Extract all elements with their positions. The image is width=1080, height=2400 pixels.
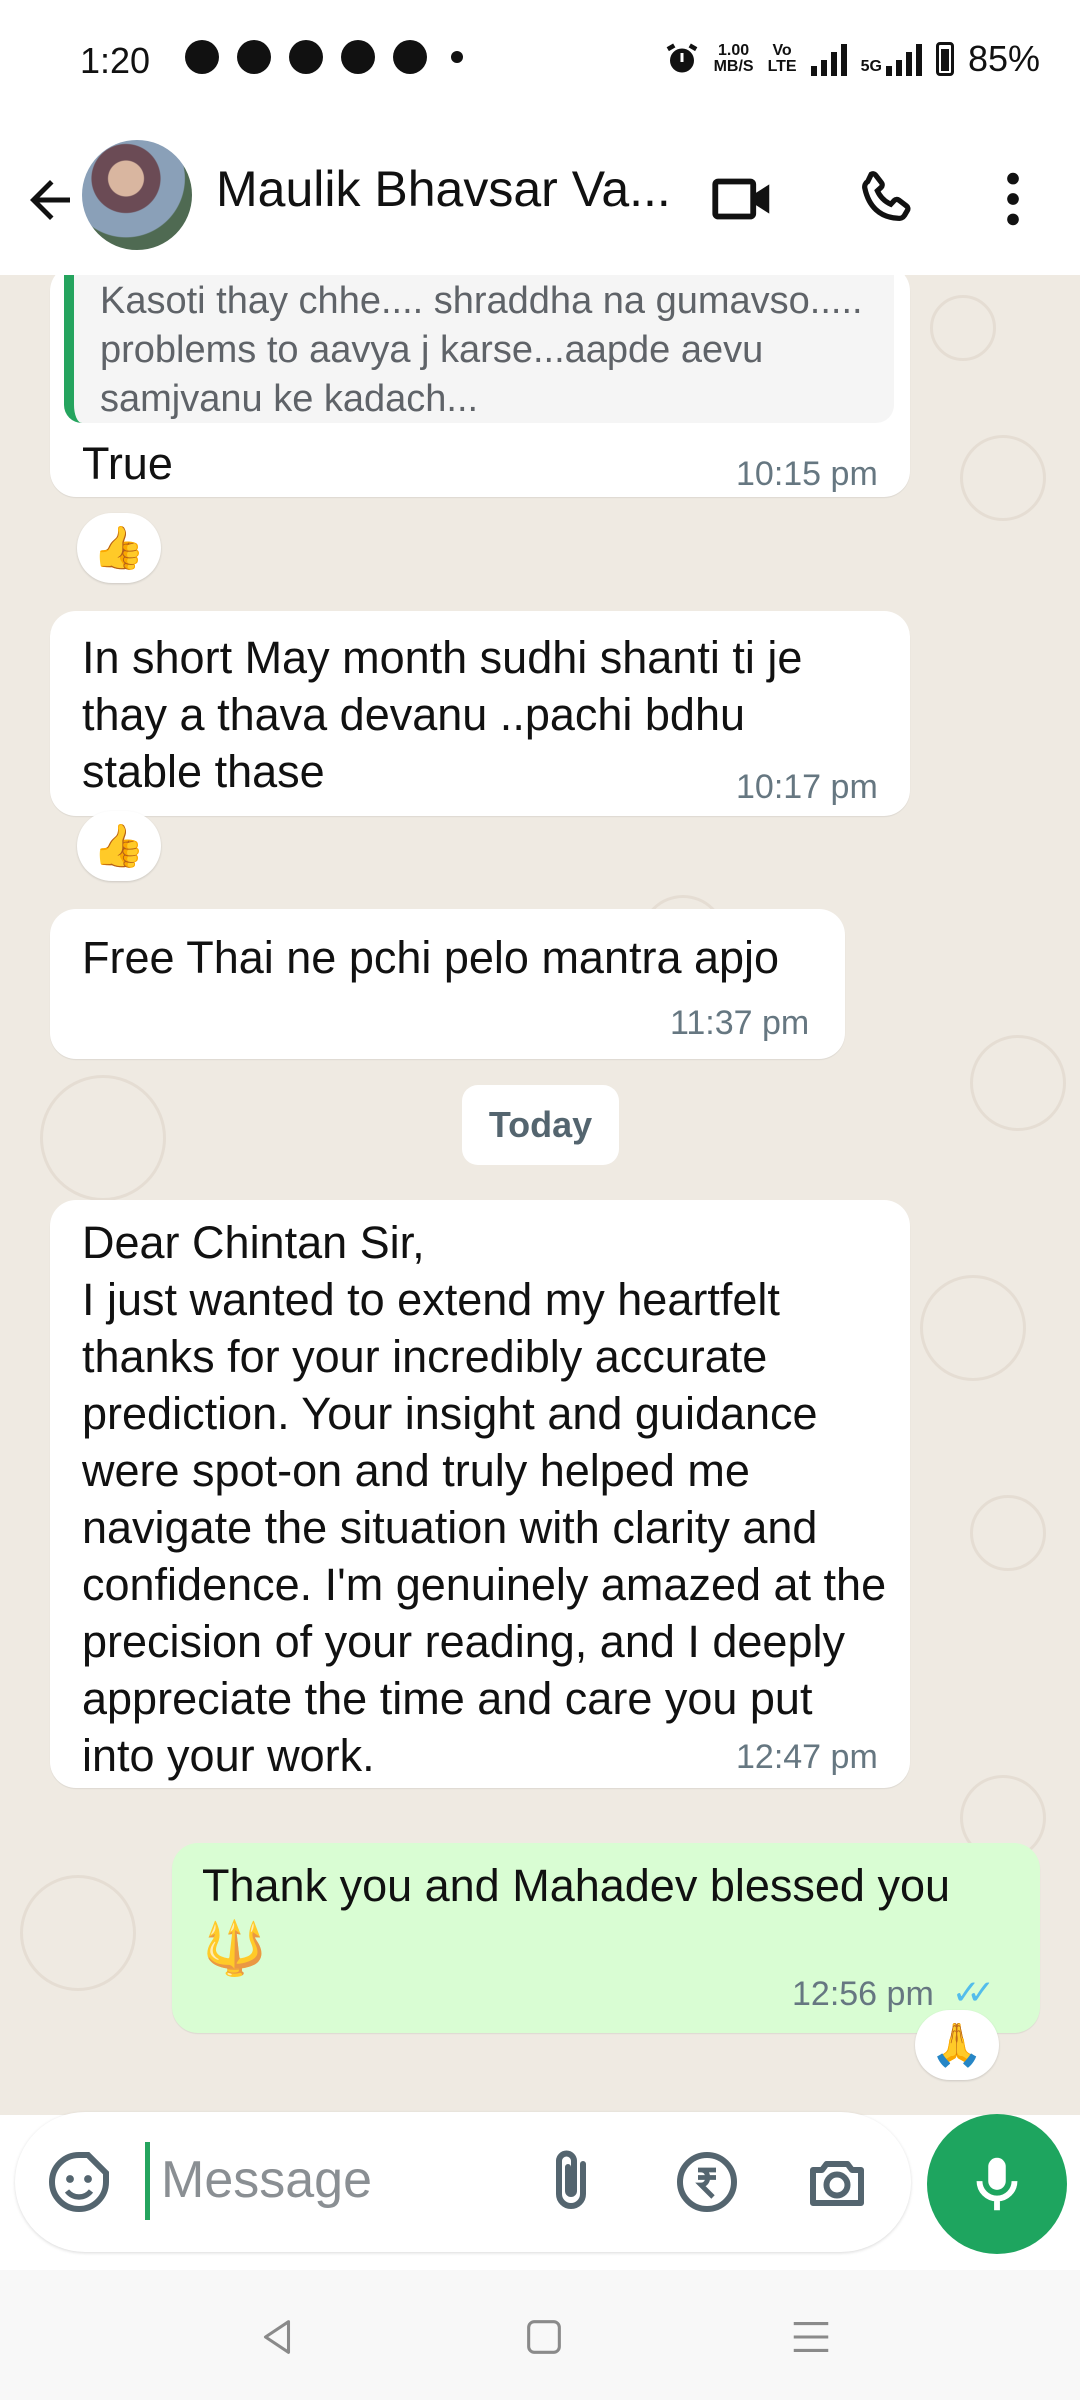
incoming-message[interactable]: Dear Chintan Sir, I just wanted to exten… <box>50 1200 910 1788</box>
nav-recents-icon[interactable] <box>788 2314 834 2360</box>
wallpaper-doodle <box>930 295 996 361</box>
outgoing-message[interactable]: Thank you and Mahadev blessed you 🔱 12:5… <box>172 1843 1040 2033</box>
incoming-message[interactable]: Kasoti thay chhe.... shraddha na gumavso… <box>50 275 910 497</box>
message-text: Dear Chintan Sir, I just wanted to exten… <box>82 1217 887 1781</box>
message-time: 10:17 pm <box>736 768 878 806</box>
avatar[interactable] <box>82 140 192 250</box>
voice-record-button[interactable] <box>927 2114 1067 2254</box>
camera-icon[interactable] <box>801 2146 873 2218</box>
message-time: 11:37 pm <box>670 1004 810 1042</box>
battery-percent: 85% <box>967 38 1040 79</box>
chat-area[interactable]: Kasoti thay chhe.... shraddha na gumavso… <box>0 275 1080 2115</box>
wallpaper-doodle <box>20 1875 136 1991</box>
text-caret <box>145 2142 150 2220</box>
message-time: 12:56 pm <box>792 1975 934 2013</box>
system-nav-bar <box>0 2270 1080 2400</box>
reaction-badge[interactable]: 🙏 <box>915 2010 999 2080</box>
network-speed: 1.00 MB/S <box>713 42 754 75</box>
volte-indicator: Vo LTE <box>767 42 797 75</box>
message-text: Thank you and Mahadev blessed you <box>202 1860 950 1911</box>
incoming-message[interactable]: Free Thai ne pchi pelo mantra apjo 11:37… <box>50 909 845 1059</box>
incoming-message[interactable]: In short May month sudhi shanti ti je th… <box>50 611 910 816</box>
nav-back-icon[interactable] <box>254 2314 300 2360</box>
status-time: 1:20 <box>80 40 151 81</box>
message-text: True <box>82 438 173 489</box>
signal-5g-icon: 5G <box>861 42 922 76</box>
status-right-icons: 1.00 MB/S Vo LTE 5G 85% <box>664 38 1040 80</box>
message-time: 10:15 pm <box>736 455 878 493</box>
reaction-badge[interactable]: 👍 <box>77 811 161 881</box>
date-separator: Today <box>462 1085 619 1165</box>
wallpaper-doodle <box>920 1275 1026 1381</box>
message-text: In short May month sudhi shanti ti je th… <box>82 632 803 797</box>
notification-icons <box>185 40 463 74</box>
back-arrow-icon[interactable] <box>20 170 80 230</box>
signal-icon <box>810 42 847 76</box>
more-notifications-icon <box>451 51 463 63</box>
more-options-icon[interactable] <box>978 164 1048 234</box>
trident-emoji: 🔱 <box>202 1920 267 1978</box>
read-ticks-icon: ✓✓ <box>952 1974 995 2012</box>
message-text: Free Thai ne pchi pelo mantra apjo <box>82 932 780 983</box>
status-bar: 1:20 1.00 MB/S Vo LTE 5G 85% <box>0 0 1080 130</box>
video-call-icon[interactable] <box>708 164 778 234</box>
whatsapp-notification-icon <box>185 40 219 74</box>
wallpaper-doodle <box>970 1495 1046 1571</box>
app-notification-icon <box>341 40 375 74</box>
reaction-badge[interactable]: 👍 <box>77 513 161 583</box>
chat-notification-icon <box>237 40 271 74</box>
chat-header: Maulik Bhavsar Va... <box>0 130 1080 276</box>
contact-name[interactable]: Maulik Bhavsar Va... <box>216 160 671 218</box>
sticker-icon[interactable] <box>43 2146 115 2218</box>
wallpaper-doodle <box>960 435 1046 521</box>
facebook-notification-icon <box>289 40 323 74</box>
wallpaper-doodle <box>40 1075 166 1201</box>
battery-icon <box>935 42 954 76</box>
quoted-message[interactable]: Kasoti thay chhe.... shraddha na gumavso… <box>64 275 894 423</box>
phone-call-icon[interactable] <box>852 164 922 234</box>
rupee-payment-icon[interactable] <box>671 2146 743 2218</box>
message-time: 12:47 pm <box>736 1738 878 1776</box>
attach-icon[interactable] <box>535 2146 607 2218</box>
message-composer[interactable]: Message <box>15 2112 911 2252</box>
mic-icon <box>976 2157 1018 2211</box>
message-input[interactable]: Message <box>161 2150 372 2210</box>
nav-home-icon[interactable] <box>521 2314 567 2360</box>
quoted-text: Kasoti thay chhe.... shraddha na gumavso… <box>100 280 863 420</box>
wallpaper-doodle <box>970 1035 1066 1131</box>
alarm-icon <box>666 43 697 73</box>
chrome-notification-icon <box>393 40 427 74</box>
